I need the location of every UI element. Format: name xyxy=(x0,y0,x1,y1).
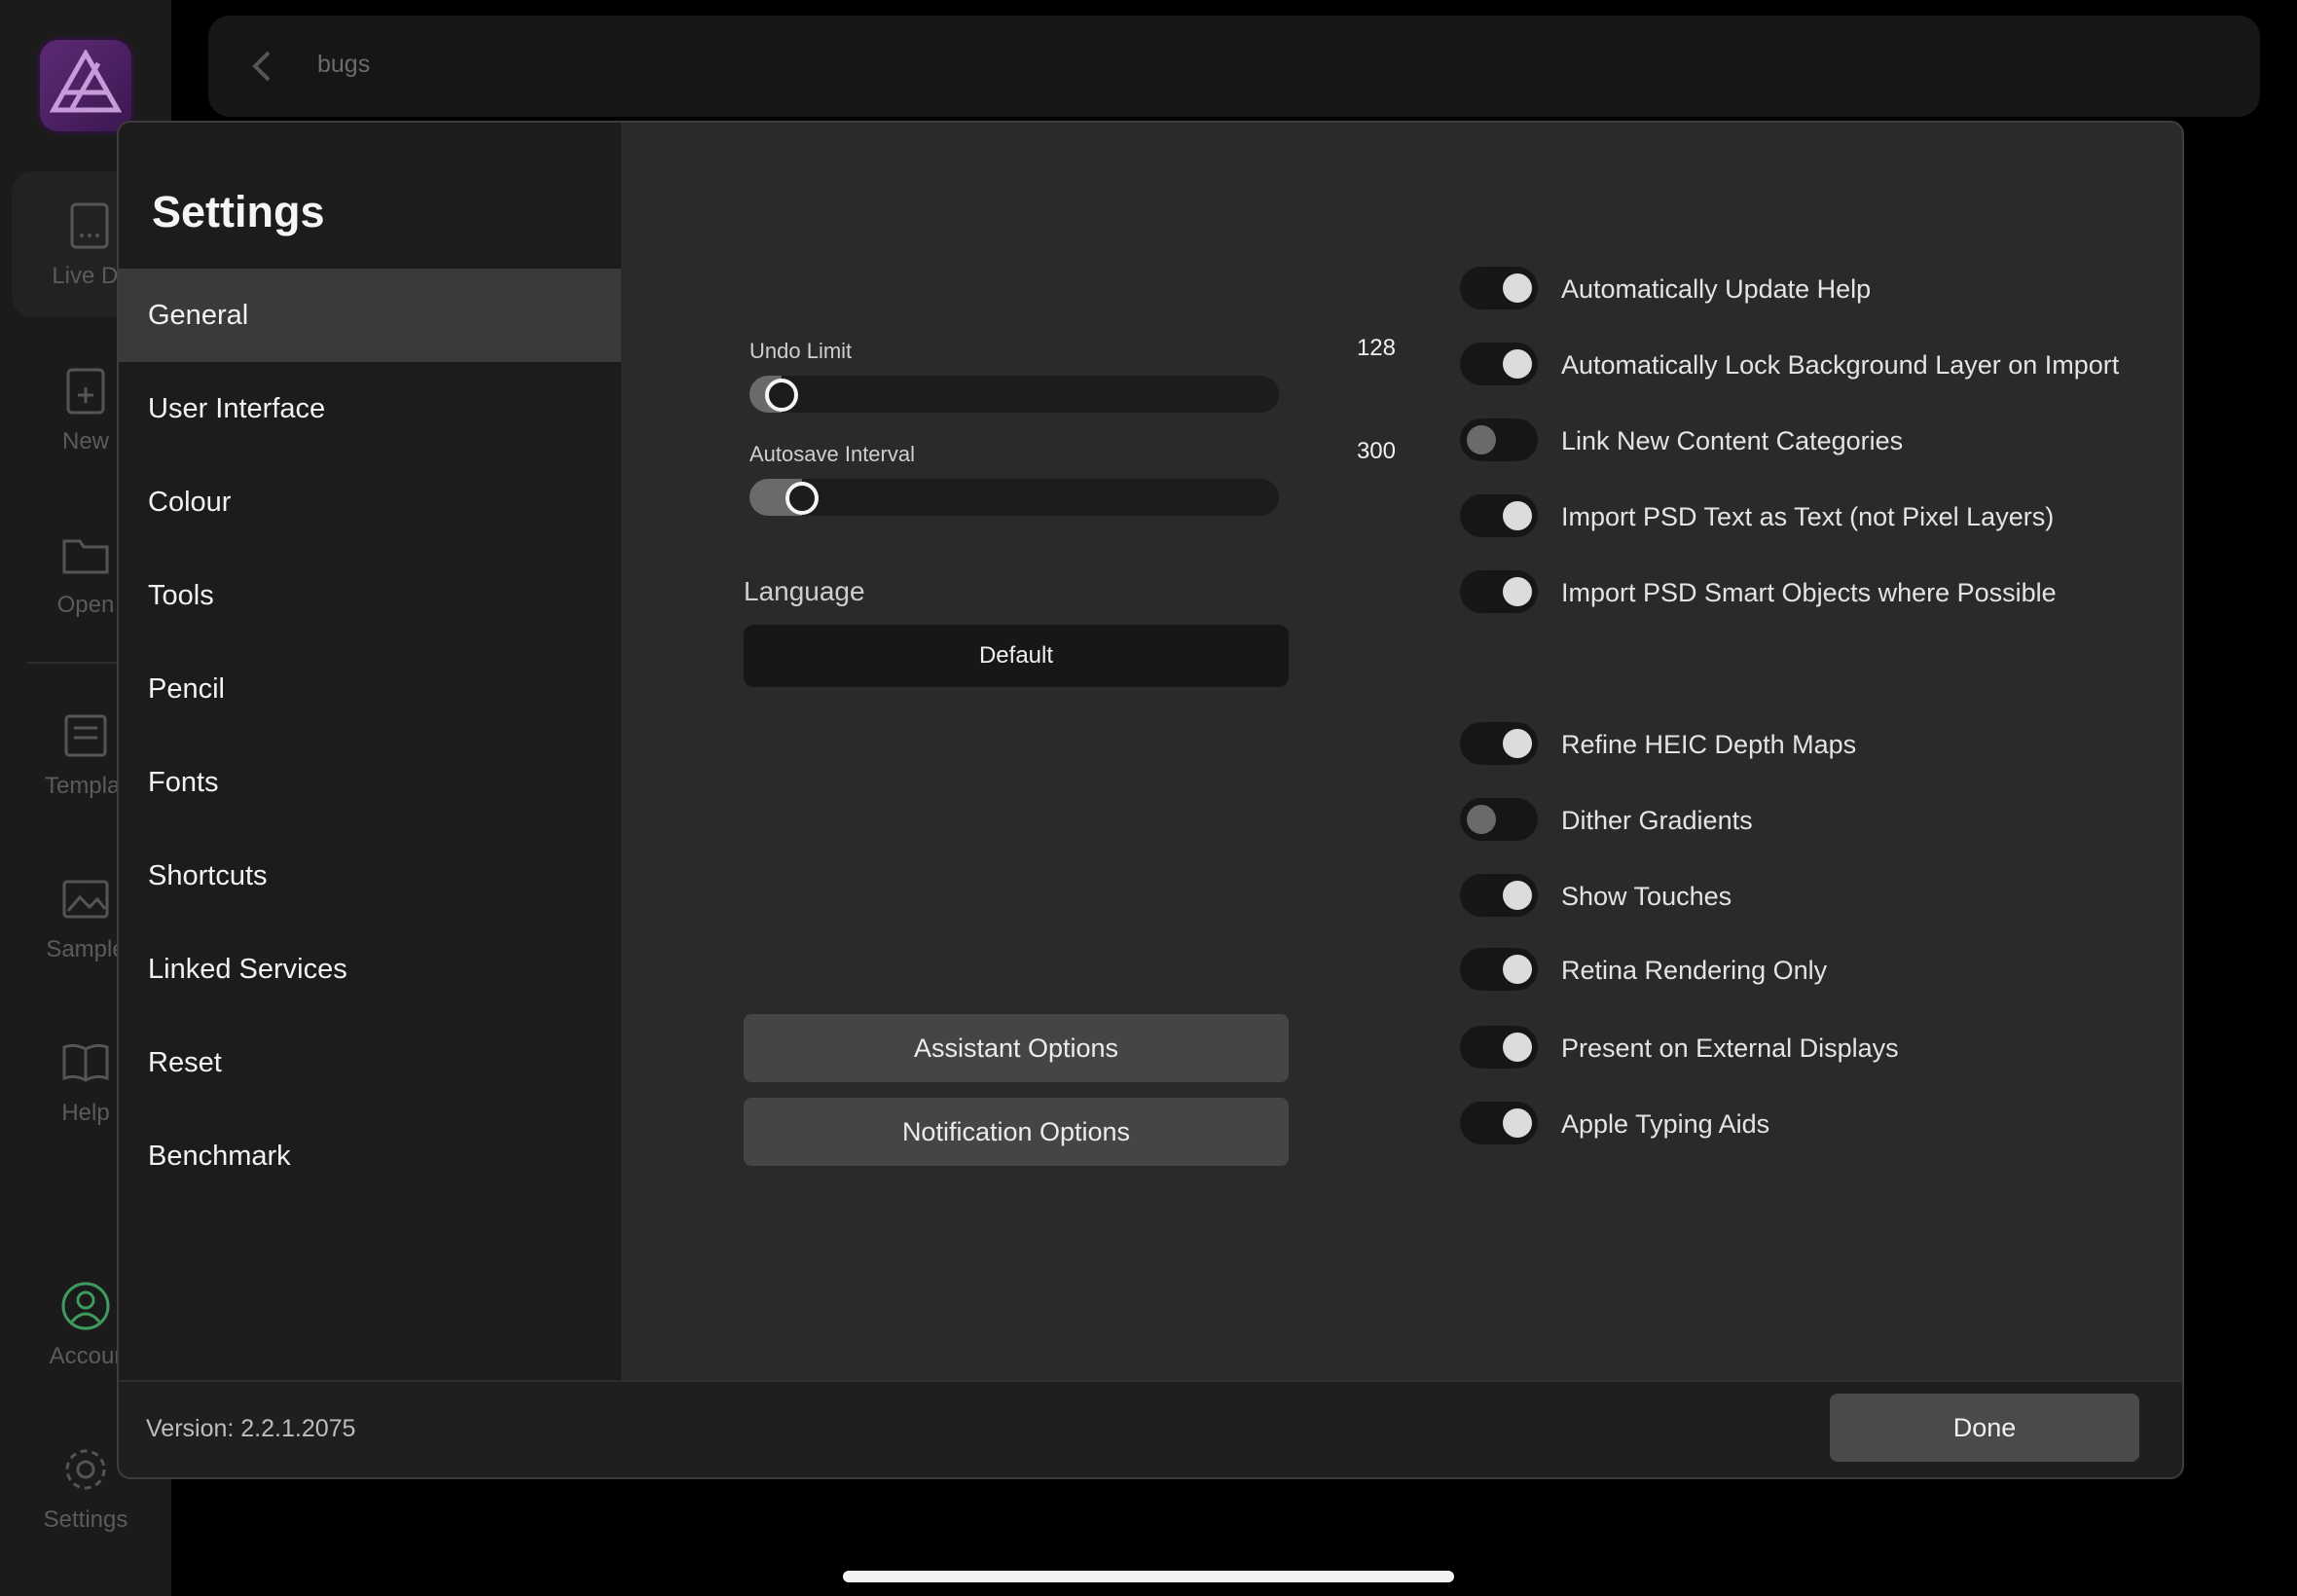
toggle-label: Automatically Update Help xyxy=(1561,274,1872,304)
toggle-label: Dither Gradients xyxy=(1561,806,1753,835)
undo-limit-slider[interactable] xyxy=(749,376,1279,413)
nav-item-pencil[interactable]: Pencil xyxy=(119,642,621,736)
nav-item-benchmark[interactable]: Benchmark xyxy=(119,1109,621,1203)
toggle-label: Import PSD Smart Objects where Possible xyxy=(1561,578,2057,607)
document-title: bugs xyxy=(317,51,371,78)
autosave-interval-slider[interactable] xyxy=(749,479,1279,516)
toggle-knob xyxy=(1503,881,1532,910)
toggle-row: Import PSD Smart Objects where Possible xyxy=(1460,568,2161,617)
toggle-row: Automatically Lock Background Layer on I… xyxy=(1460,341,2161,389)
rail-item-label: New xyxy=(61,428,109,454)
assistant-options-button[interactable]: Assistant Options xyxy=(744,1014,1289,1082)
chevron-left-icon[interactable] xyxy=(243,47,282,86)
toggle-switch[interactable] xyxy=(1460,722,1538,765)
toggle-row: Automatically Update Help xyxy=(1460,265,2161,313)
toggle-knob xyxy=(1503,1033,1532,1062)
slider-thumb[interactable] xyxy=(785,482,820,515)
toggle-row: Show Touches xyxy=(1460,872,2161,921)
nav-item-linked-services[interactable]: Linked Services xyxy=(119,923,621,1016)
new-document-icon xyxy=(66,368,105,415)
settings-sidebar: Settings General User Interface Colour T… xyxy=(119,123,621,1380)
settings-footer: Version: 2.2.1.2075 Done xyxy=(119,1380,2182,1477)
rail-item-label: Templat xyxy=(44,773,128,799)
nav-item-reset[interactable]: Reset xyxy=(119,1016,621,1109)
settings-title: Settings xyxy=(152,187,325,236)
toggle-label: Show Touches xyxy=(1561,882,1732,911)
toggle-label: Automatically Lock Background Layer on I… xyxy=(1561,350,2120,380)
toggle-label: Import PSD Text as Text (not Pixel Layer… xyxy=(1561,502,2055,531)
toggle-switch[interactable] xyxy=(1460,798,1538,841)
rail-item-label: Sample xyxy=(46,936,126,962)
toggle-switch[interactable] xyxy=(1460,948,1538,991)
toggle-knob xyxy=(1467,805,1496,834)
nav-item-colour[interactable]: Colour xyxy=(119,455,621,549)
toggle-knob xyxy=(1503,955,1532,984)
toggle-knob xyxy=(1467,425,1496,454)
toggle-row: Dither Gradients xyxy=(1460,796,2161,845)
toggle-knob xyxy=(1503,1108,1532,1138)
document-top-bar: bugs xyxy=(208,16,2260,117)
affinity-logo-icon xyxy=(50,50,122,113)
toggle-switch[interactable] xyxy=(1460,570,1538,613)
nav-item-user-interface[interactable]: User Interface xyxy=(119,362,621,455)
toggle-label: Present on External Displays xyxy=(1561,1034,1899,1063)
toggle-row: Retina Rendering Only xyxy=(1460,946,2161,995)
rail-item-label: Help xyxy=(61,1100,110,1126)
account-icon xyxy=(61,1282,110,1330)
toggle-switch[interactable] xyxy=(1460,1026,1538,1069)
image-icon xyxy=(62,880,109,919)
toggle-switch[interactable] xyxy=(1460,494,1538,537)
book-icon xyxy=(62,1043,109,1082)
autosave-interval-value: 300 xyxy=(1356,438,1396,464)
slider-thumb[interactable] xyxy=(764,379,798,412)
rail-item-label: Settings xyxy=(43,1506,128,1533)
autosave-interval-label: Autosave Interval xyxy=(749,442,915,466)
app-logo-icon[interactable] xyxy=(37,37,134,134)
toggle-label: Retina Rendering Only xyxy=(1561,956,1828,985)
template-icon xyxy=(64,714,107,757)
settings-dialog: Settings General User Interface Colour T… xyxy=(117,121,2184,1479)
toggle-row: Link New Content Categories xyxy=(1460,417,2161,465)
toggle-row: Refine HEIC Depth Maps xyxy=(1460,720,2161,769)
toggle-switch[interactable] xyxy=(1460,343,1538,385)
toggle-knob xyxy=(1503,729,1532,758)
rail-item-label: Open xyxy=(56,592,115,618)
nav-item-fonts[interactable]: Fonts xyxy=(119,736,621,829)
notification-options-button[interactable]: Notification Options xyxy=(744,1098,1289,1166)
toggle-switch[interactable] xyxy=(1460,1102,1538,1144)
toggle-label: Refine HEIC Depth Maps xyxy=(1561,730,1857,759)
nav-item-tools[interactable]: Tools xyxy=(119,549,621,642)
toggle-knob xyxy=(1503,577,1532,606)
toggle-switch[interactable] xyxy=(1460,418,1538,461)
rail-item-label: Accour xyxy=(49,1343,123,1369)
undo-limit-value: 128 xyxy=(1356,335,1396,361)
settings-nav: General User Interface Colour Tools Penc… xyxy=(119,269,621,1203)
gear-icon xyxy=(65,1449,106,1490)
toggle-switch[interactable] xyxy=(1460,874,1538,917)
toggle-knob xyxy=(1503,501,1532,530)
toggle-row: Apple Typing Aids xyxy=(1460,1100,2161,1148)
toggle-row: Present on External Displays xyxy=(1460,1024,2161,1072)
version-text: Version: 2.2.1.2075 xyxy=(146,1415,356,1442)
nav-item-general[interactable]: General xyxy=(119,269,621,362)
toggle-knob xyxy=(1503,349,1532,379)
toggle-label: Link New Content Categories xyxy=(1561,426,1904,455)
undo-limit-label: Undo Limit xyxy=(749,339,853,363)
done-button[interactable]: Done xyxy=(1830,1394,2139,1462)
toggle-row: Import PSD Text as Text (not Pixel Layer… xyxy=(1460,492,2161,541)
language-label: Language xyxy=(744,576,865,606)
toggle-label: Apple Typing Aids xyxy=(1561,1109,1770,1139)
nav-item-shortcuts[interactable]: Shortcuts xyxy=(119,829,621,923)
language-select[interactable]: Default xyxy=(744,625,1289,687)
home-indicator[interactable] xyxy=(843,1571,1454,1582)
folder-icon xyxy=(62,539,109,574)
toggle-knob xyxy=(1503,273,1532,303)
toggle-switch[interactable] xyxy=(1460,267,1538,309)
live-document-icon xyxy=(70,202,109,249)
